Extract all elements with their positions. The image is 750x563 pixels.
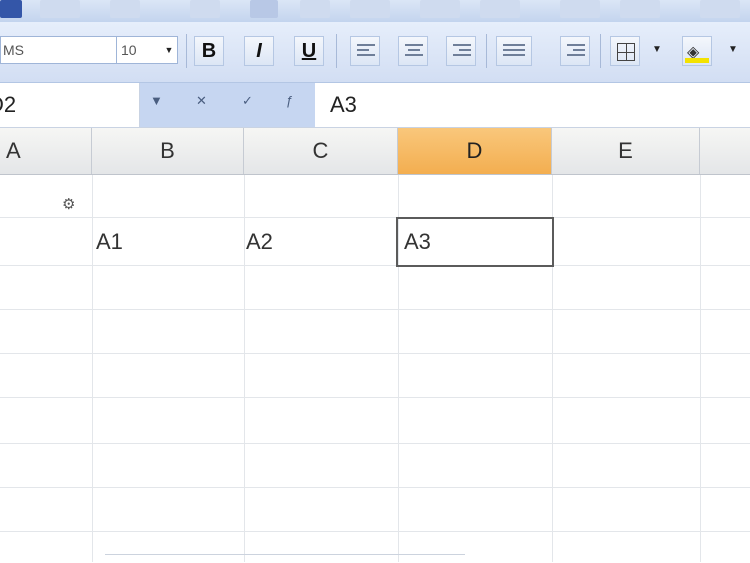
toolbar-button[interactable] [190, 0, 220, 18]
column-header-b[interactable]: B [92, 128, 244, 174]
fill-color-swatch [685, 58, 709, 63]
align-center-button[interactable] [398, 36, 428, 66]
align-right-icon [453, 44, 471, 59]
cell-c2[interactable]: A2 [246, 227, 273, 257]
chevron-down-icon[interactable]: ▼ [150, 93, 163, 108]
chevron-down-icon[interactable]: ▼ [728, 44, 738, 55]
toolbar-button[interactable] [0, 0, 22, 18]
grid-line [0, 217, 750, 218]
toolbar-button[interactable] [350, 0, 390, 18]
bold-icon: B [201, 40, 217, 62]
borders-button[interactable] [610, 36, 640, 66]
enter-icon[interactable]: ✓ [242, 93, 253, 109]
cell-d2: A3 [404, 229, 431, 254]
toolbar-button[interactable] [420, 0, 460, 18]
toolbar-separator [486, 34, 487, 68]
standard-toolbar [0, 0, 750, 23]
toolbar-separator [600, 34, 601, 68]
underline-button[interactable]: U [294, 36, 324, 66]
align-center-icon [405, 44, 423, 59]
merge-center-button[interactable] [496, 36, 532, 66]
font-name-value: MS [3, 42, 24, 58]
toolbar-button[interactable] [300, 0, 330, 18]
column-header-e[interactable]: E [552, 128, 700, 174]
italic-button[interactable]: I [244, 36, 274, 66]
column-header-c[interactable]: C [244, 128, 398, 174]
toolbar-button[interactable] [480, 0, 520, 18]
toolbar-button[interactable] [560, 0, 600, 18]
paste-options-icon[interactable]: ⚙ [62, 195, 75, 213]
align-left-icon [357, 44, 375, 59]
formula-input[interactable]: A3 [330, 83, 357, 127]
font-size-value: 10 [121, 42, 137, 58]
cancel-icon[interactable]: ✕ [196, 93, 207, 109]
indent-icon [567, 44, 585, 59]
grid-line [0, 265, 750, 266]
grid-line [0, 443, 750, 444]
grid-line [244, 175, 245, 562]
toolbar-separator [186, 34, 187, 68]
column-header-a[interactable]: A [0, 128, 92, 174]
toolbar-button[interactable] [250, 0, 278, 18]
underline-icon: U [301, 40, 317, 62]
grid-line [0, 309, 750, 310]
active-cell-d2[interactable]: A3 [396, 217, 554, 267]
column-header-d[interactable]: D [398, 128, 552, 174]
grid-line [0, 353, 750, 354]
cell-b2[interactable]: A1 [96, 227, 123, 257]
align-right-button[interactable] [446, 36, 476, 66]
italic-icon: I [256, 40, 262, 62]
grid-line [0, 397, 750, 398]
grid-line [92, 175, 93, 562]
autosum-button[interactable] [620, 0, 660, 18]
align-left-button[interactable] [350, 36, 380, 66]
formula-controls: ▼ ✕ ✓ ƒ [140, 83, 315, 127]
toolbar-button[interactable] [700, 0, 740, 18]
column-headers: A B C D E [0, 128, 750, 175]
borders-icon [617, 43, 635, 61]
worksheet-grid[interactable]: ⚙ A1 A2 A3 [0, 175, 750, 562]
formatting-toolbar: MS 10 ▼ B I U ▼ ◈ ▼ [0, 22, 750, 83]
grid-line [0, 487, 750, 488]
indent-button[interactable] [560, 36, 590, 66]
function-icon[interactable]: ƒ [286, 93, 293, 108]
toolbar-button[interactable] [40, 0, 80, 18]
font-name-select[interactable]: MS [0, 36, 120, 64]
grid-line [0, 531, 750, 532]
name-box[interactable]: D2 [0, 83, 140, 127]
bold-button[interactable]: B [194, 36, 224, 66]
column-header-f[interactable] [700, 128, 750, 174]
font-size-select[interactable]: 10 ▼ [116, 36, 178, 64]
toolbar-button[interactable] [110, 0, 140, 18]
fill-color-button[interactable]: ◈ [682, 36, 712, 66]
merge-center-icon [503, 44, 525, 59]
chevron-down-icon[interactable]: ▼ [652, 44, 662, 55]
chevron-down-icon[interactable]: ▼ [161, 37, 177, 63]
grid-line [700, 175, 701, 562]
name-box-value: D2 [0, 92, 17, 117]
toolbar-separator [336, 34, 337, 68]
formula-bar: D2 ▼ ✕ ✓ ƒ A3 [0, 83, 750, 128]
